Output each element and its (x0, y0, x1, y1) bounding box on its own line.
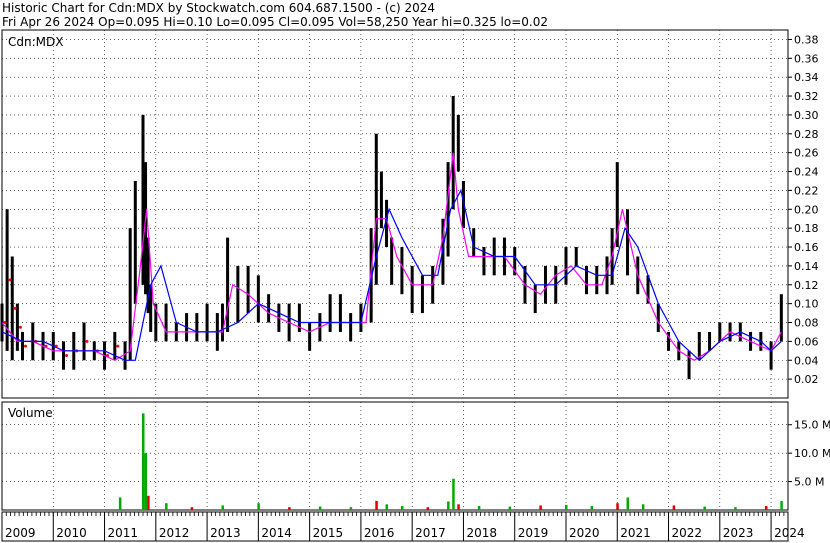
price-tick-label: 0.10 (794, 298, 819, 311)
volume-bar (288, 507, 291, 510)
price-dot (3, 321, 7, 325)
price-tick-label: 0.18 (794, 222, 819, 235)
price-tick-label: 0.08 (794, 317, 819, 330)
volume-bar (457, 504, 460, 510)
volume-bar (141, 413, 145, 510)
x-tick-label: 2021 (620, 526, 651, 540)
volume-bar (703, 506, 706, 510)
price-dot (85, 339, 89, 343)
volume-bar (375, 500, 378, 510)
volume-tick-label: 10.0 M (794, 447, 830, 460)
price-dot (65, 354, 69, 358)
volume-bar (144, 453, 148, 510)
x-tick-label: 2018 (466, 526, 497, 540)
volume-bar (539, 505, 542, 510)
price-dot (8, 278, 12, 282)
price-dot (116, 344, 120, 348)
price-tick-label: 0.24 (794, 166, 819, 179)
volume-bar (257, 503, 260, 510)
x-tick-label: 2015 (313, 526, 344, 540)
volume-bar (780, 500, 783, 510)
price-tick-label: 0.36 (794, 52, 819, 65)
x-tick-label: 2017 (415, 526, 446, 540)
x-tick-label: 2020 (569, 526, 600, 540)
volume-panel: 5.0 M 10.0 M 15.0 M Volume (1, 401, 830, 511)
chart-canvas: 0.02 0.04 0.06 0.08 0.10 0.12 0.14 0.16 0.18 0.20… (0, 29, 830, 542)
x-tick-label: 2016 (364, 526, 395, 540)
x-tick-label: 2024 (774, 526, 805, 540)
volume-bar (734, 507, 737, 510)
price-tick-label: 0.30 (794, 109, 819, 122)
x-tick-label: 2011 (108, 526, 139, 540)
x-tick-label: 2012 (159, 526, 190, 540)
volume-tick-label: 5.0 M (794, 476, 824, 489)
price-tick-label: 0.16 (794, 241, 819, 254)
volume-bar (147, 495, 150, 510)
volume-bar (426, 507, 430, 510)
volume-bar (452, 478, 455, 510)
price-tick-label: 0.34 (794, 71, 819, 84)
price-dot (13, 306, 17, 310)
volume-bar (477, 506, 481, 510)
x-tick-label: 2010 (56, 526, 87, 540)
price-tick-label: 0.26 (794, 147, 819, 160)
x-tick-label: 2019 (518, 526, 549, 540)
volume-frame (1, 401, 789, 511)
volume-bar (764, 506, 768, 510)
volume-bar (590, 506, 594, 510)
volume-bar (165, 503, 168, 510)
x-tick-label: 2014 (261, 526, 292, 540)
price-tick-label: 0.38 (794, 33, 819, 46)
price-tick-label: 0.04 (794, 354, 819, 367)
x-tick-label: 2009 (5, 526, 36, 540)
price-panel: 0.02 0.04 0.06 0.08 0.10 0.12 0.14 0.16 0.18 0.20… (0, 29, 819, 399)
volume-panel-title: Volume (8, 406, 53, 420)
price-tick-label: 0.12 (794, 279, 819, 292)
price-tick-label: 0.06 (794, 335, 819, 348)
price-tick-label: 0.20 (794, 203, 819, 216)
volume-tick-label: 15.0 M (794, 419, 830, 432)
volume-bar (641, 504, 645, 510)
price-tick-label: 0.14 (794, 260, 819, 273)
x-axis: 2009 2010 2011 2012 2013 2014 2015 2016 2017 2018… (1, 511, 805, 542)
volume-bar (190, 507, 194, 510)
volume-bar (221, 505, 224, 510)
price-dot (24, 344, 28, 348)
volume-bar (400, 506, 404, 510)
volume-bar (385, 504, 389, 510)
volume-bar (508, 506, 512, 510)
volume-bar (118, 497, 122, 510)
x-tick-label: 2022 (672, 526, 703, 540)
price-tick-label: 0.22 (794, 184, 819, 197)
price-tick-label: 0.02 (794, 373, 819, 386)
volume-bar (318, 506, 322, 510)
price-tick-label: 0.32 (794, 90, 819, 103)
volume-bar (447, 501, 450, 510)
x-tick-label: 2023 (723, 526, 754, 540)
volume-bar (672, 505, 676, 510)
price-panel-title: Cdn:MDX (8, 35, 63, 49)
volume-bar (626, 497, 630, 510)
price-dot (18, 325, 22, 329)
volume-bar (564, 504, 568, 510)
price-frame (1, 29, 789, 399)
x-tick-label: 2013 (210, 526, 241, 540)
price-tick-label: 0.28 (794, 128, 819, 141)
volume-bar (349, 507, 353, 510)
volume-bar (616, 503, 619, 510)
